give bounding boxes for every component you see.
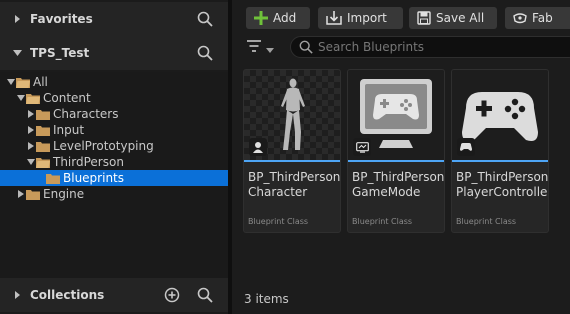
save-all-button[interactable]: Save All <box>409 7 497 29</box>
asset-tile[interactable]: BP_ThirdPerson Character Blueprint Class <box>243 69 341 233</box>
asset-name: BP_ThirdPerson GameMode <box>352 170 445 199</box>
import-icon <box>326 11 342 25</box>
chevron-down-icon[interactable] <box>266 43 274 57</box>
search-icon <box>299 40 313 54</box>
asset-type: Blueprint Class <box>248 217 309 226</box>
toolbar: Add Import Save All Fab <box>232 0 570 34</box>
folder-icon <box>36 109 50 120</box>
expand-arrow-icon[interactable] <box>26 109 36 119</box>
expand-arrow-icon[interactable] <box>12 14 22 24</box>
save-icon <box>417 11 431 25</box>
collapse-arrow-icon[interactable] <box>26 157 36 167</box>
gamemode-badge-icon <box>353 138 371 156</box>
import-button[interactable]: Import <box>318 7 403 29</box>
asset-tile[interactable]: BP_ThirdPerson PlayerController Blueprin… <box>451 69 549 233</box>
filter-bar <box>232 34 570 60</box>
folder-icon <box>26 189 40 200</box>
expand-arrow-icon[interactable] <box>16 189 26 199</box>
tree-item-content[interactable]: Content <box>0 90 228 106</box>
plus-icon <box>254 11 268 25</box>
folder-icon <box>46 173 60 184</box>
add-collection-icon[interactable] <box>164 287 180 303</box>
tree-item-input[interactable]: Input <box>0 122 228 138</box>
asset-name: BP_ThirdPerson PlayerController <box>456 170 549 199</box>
asset-type: Blueprint Class <box>352 217 413 226</box>
tree-item-thirdperson[interactable]: ThirdPerson <box>0 154 228 170</box>
open-folder-icon <box>16 77 30 88</box>
folder-icon <box>36 125 50 136</box>
search-icon[interactable] <box>197 11 213 27</box>
search-box[interactable] <box>290 36 570 58</box>
save-all-button-label: Save All <box>436 11 485 25</box>
folder-icon <box>36 141 50 152</box>
tree-item-label: Engine <box>43 187 85 201</box>
search-input[interactable] <box>318 40 518 54</box>
tree-item-levelprototyping[interactable]: LevelPrototyping <box>0 138 228 154</box>
asset-color-bar <box>348 160 444 162</box>
expand-arrow-icon[interactable] <box>26 141 36 151</box>
tree-item-label: Content <box>43 91 91 105</box>
open-folder-icon <box>26 93 40 104</box>
item-count: 3 items <box>244 292 289 306</box>
favorites-header[interactable]: Favorites <box>0 2 228 36</box>
add-button[interactable]: Add <box>246 7 310 29</box>
add-button-label: Add <box>273 11 297 25</box>
content-panel: Add Import Save All Fab Search Blueprint… <box>232 0 570 314</box>
expand-arrow-icon[interactable] <box>12 290 22 300</box>
fab-icon <box>513 13 527 24</box>
tree-item-label: Characters <box>53 107 119 121</box>
collections-header[interactable]: Collections <box>0 278 228 312</box>
favorites-label: Favorites <box>30 12 93 26</box>
asset-color-bar <box>244 160 340 162</box>
controller-badge-icon <box>457 138 475 156</box>
tree-item-characters[interactable]: Characters <box>0 106 228 122</box>
filter-icon[interactable] <box>246 39 262 56</box>
tree-item-engine[interactable]: Engine <box>0 186 228 202</box>
tree-item-label: ThirdPerson <box>53 155 124 169</box>
collapse-arrow-icon[interactable] <box>6 77 16 87</box>
tree-item-all[interactable]: All <box>0 74 228 90</box>
search-icon[interactable] <box>197 287 213 303</box>
project-label: TPS_Test <box>30 46 90 60</box>
project-header[interactable]: TPS_Test <box>0 36 228 70</box>
collections-label: Collections <box>30 288 105 302</box>
collapse-arrow-icon[interactable] <box>12 48 22 58</box>
left-panel: Favorites TPS_Test All Content Character <box>0 0 228 314</box>
tree-item-label: Blueprints <box>63 171 125 185</box>
folder-tree: All Content Characters Input LevelProtot… <box>0 72 228 278</box>
asset-type: Blueprint Class <box>456 217 517 226</box>
fab-button[interactable]: Fab <box>505 7 570 29</box>
asset-tile[interactable]: BP_ThirdPerson GameMode Blueprint Class <box>347 69 445 233</box>
asset-name: BP_ThirdPerson Character <box>248 170 341 199</box>
fab-button-label: Fab <box>532 11 553 25</box>
character-badge-icon <box>249 138 267 156</box>
tree-item-label: Input <box>53 123 85 137</box>
open-folder-icon <box>36 157 50 168</box>
tree-item-label: LevelPrototyping <box>53 139 154 153</box>
collapse-arrow-icon[interactable] <box>16 93 26 103</box>
asset-color-bar <box>452 160 548 162</box>
search-icon[interactable] <box>197 45 213 61</box>
import-button-label: Import <box>347 11 387 25</box>
tree-item-label: All <box>33 75 48 89</box>
tree-item-blueprints[interactable]: Blueprints <box>0 170 228 186</box>
expand-arrow-icon[interactable] <box>26 125 36 135</box>
